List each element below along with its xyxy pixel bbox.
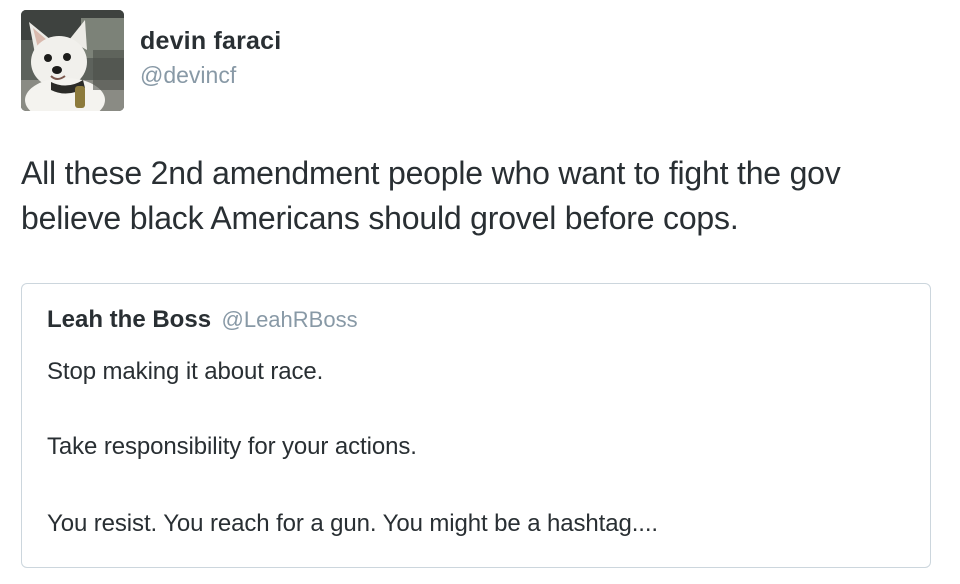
quoted-author-name: Leah the Boss — [47, 306, 212, 333]
quoted-tweet-header: Leah the Boss @LeahRBoss — [47, 306, 358, 334]
quoted-tweet-card[interactable]: Leah the Boss @LeahRBoss Stop making it … — [21, 283, 931, 568]
author-name[interactable]: devin faraci — [140, 27, 281, 56]
author-avatar[interactable] — [21, 10, 124, 111]
tweet: devin faraci @devincf All these 2nd amen… — [0, 0, 960, 584]
dog-avatar-icon — [21, 10, 124, 111]
quoted-tweet-line: You resist. You reach for a gun. You mig… — [47, 510, 658, 537]
quoted-tweet-line: Take responsibility for your actions. — [47, 433, 417, 460]
quoted-author-handle: @LeahRBoss — [221, 307, 358, 332]
author-handle[interactable]: @devincf — [140, 62, 236, 89]
quoted-tweet-line: Stop making it about race. — [47, 358, 324, 385]
tweet-text: All these 2nd amendment people who want … — [21, 155, 841, 236]
